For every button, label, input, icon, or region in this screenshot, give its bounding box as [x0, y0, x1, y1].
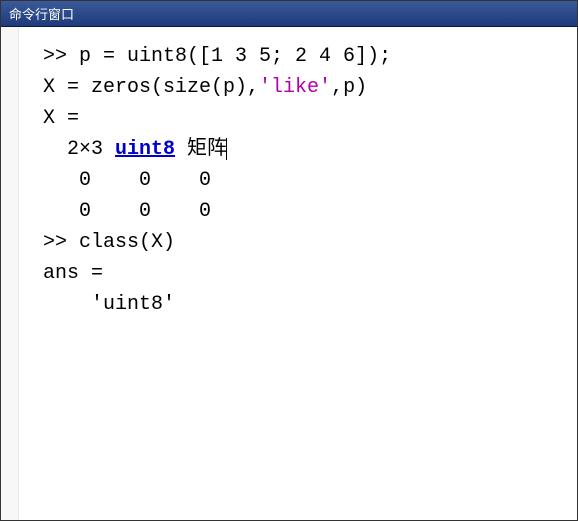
output-size-line: 2×3 uint8 矩阵	[43, 134, 569, 165]
command-window: 命令行窗口 >> p = uint8([1 3 5; 2 4 6]);X = z…	[0, 0, 578, 521]
matrix-row: 0 0 0	[43, 165, 569, 196]
window-titlebar: 命令行窗口	[1, 1, 577, 27]
text-cursor	[226, 138, 227, 160]
prompt: >>	[43, 45, 79, 68]
output-var: X =	[43, 103, 569, 134]
type-link[interactable]: uint8	[115, 138, 175, 161]
code-text: ,p)	[331, 76, 367, 99]
input-line-3: >> class(X)	[43, 227, 569, 258]
code-text: X = zeros(size(p),	[43, 76, 259, 99]
window-title: 命令行窗口	[9, 7, 74, 22]
prompt: >>	[43, 231, 79, 254]
code-text: class(X)	[79, 231, 175, 254]
input-line-2: X = zeros(size(p),'like',p)	[43, 72, 569, 103]
size-text: 2×3	[43, 138, 115, 161]
matrix-label: 矩阵	[175, 138, 227, 161]
output-value: 'uint8'	[43, 289, 569, 320]
command-content[interactable]: >> p = uint8([1 3 5; 2 4 6]);X = zeros(s…	[19, 27, 577, 520]
gutter	[1, 27, 19, 520]
string-literal: 'like'	[259, 76, 331, 99]
content-wrap: >> p = uint8([1 3 5; 2 4 6]);X = zeros(s…	[1, 27, 577, 520]
matrix-row: 0 0 0	[43, 196, 569, 227]
output-var: ans =	[43, 258, 569, 289]
code-text: p = uint8([1 3 5; 2 4 6]);	[79, 45, 391, 68]
input-line-1: >> p = uint8([1 3 5; 2 4 6]);	[43, 41, 569, 72]
